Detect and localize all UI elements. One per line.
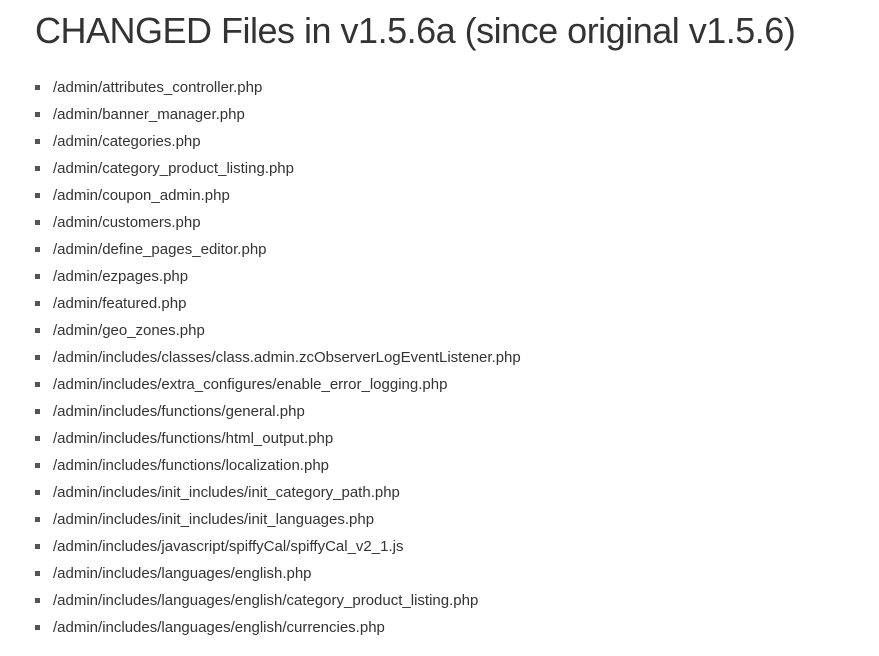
file-list-item: /admin/includes/functions/localization.p… bbox=[35, 452, 844, 479]
file-list-item: /admin/includes/javascript/spiffyCal/spi… bbox=[35, 533, 844, 560]
file-list-item: /admin/includes/extra_configures/enable_… bbox=[35, 371, 844, 398]
file-list-item: /admin/ezpages.php bbox=[35, 263, 844, 290]
page-heading: CHANGED Files in v1.5.6a (since original… bbox=[35, 10, 844, 52]
file-list-item: /admin/coupon_admin.php bbox=[35, 182, 844, 209]
file-list-item: /admin/categories.php bbox=[35, 128, 844, 155]
file-list-item: /admin/includes/languages/english/catego… bbox=[35, 587, 844, 614]
file-list-item: /admin/includes/init_includes/init_langu… bbox=[35, 506, 844, 533]
file-list-item: /admin/define_pages_editor.php bbox=[35, 236, 844, 263]
file-list-item: /admin/includes/languages/english.php bbox=[35, 560, 844, 587]
file-list-item: /admin/includes/languages/english/curren… bbox=[35, 614, 844, 641]
file-list-item: /admin/includes/init_includes/init_categ… bbox=[35, 479, 844, 506]
file-list-item: /admin/customers.php bbox=[35, 209, 844, 236]
file-list-item: /admin/attributes_controller.php bbox=[35, 74, 844, 101]
file-list-item: /admin/category_product_listing.php bbox=[35, 155, 844, 182]
file-list-item: /admin/includes/functions/html_output.ph… bbox=[35, 425, 844, 452]
changed-files-list: /admin/attributes_controller.php/admin/b… bbox=[35, 74, 844, 641]
file-list-item: /admin/geo_zones.php bbox=[35, 317, 844, 344]
file-list-item: /admin/banner_manager.php bbox=[35, 101, 844, 128]
document-container: CHANGED Files in v1.5.6a (since original… bbox=[0, 0, 879, 656]
file-list-item: /admin/includes/classes/class.admin.zcOb… bbox=[35, 344, 844, 371]
file-list-item: /admin/includes/functions/general.php bbox=[35, 398, 844, 425]
file-list-item: /admin/featured.php bbox=[35, 290, 844, 317]
